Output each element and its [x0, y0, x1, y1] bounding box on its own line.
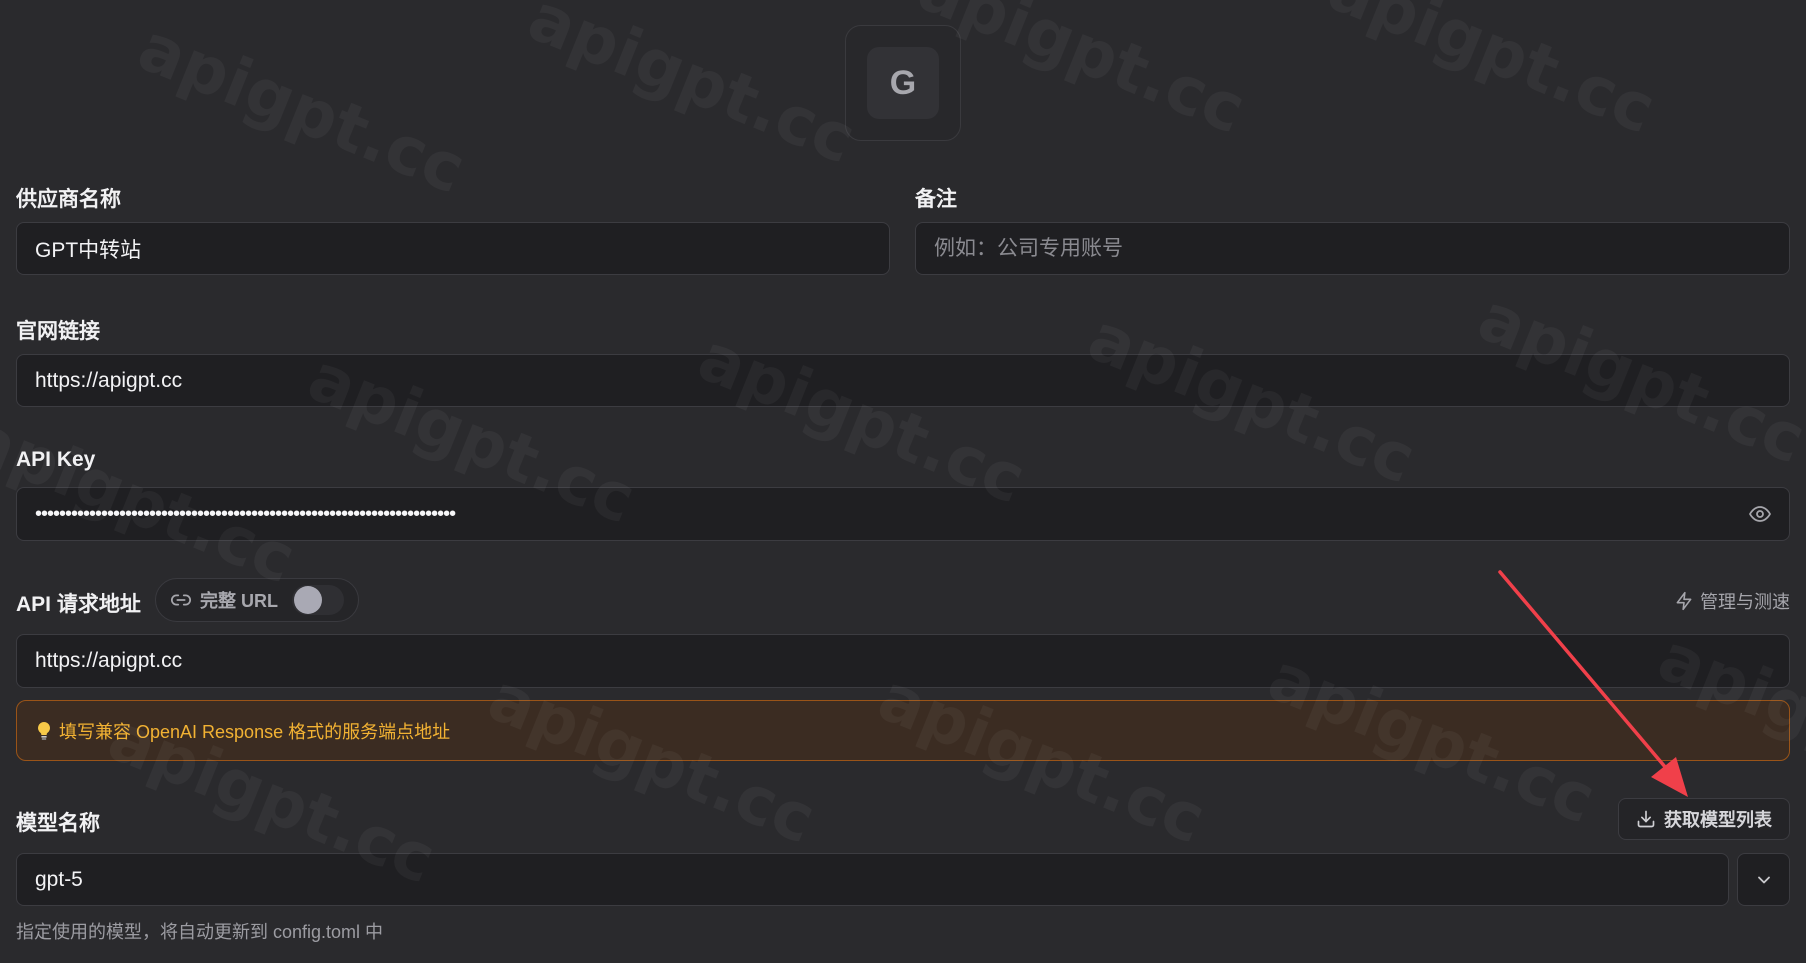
website-input[interactable] [35, 368, 1771, 393]
provider-name-input[interactable] [35, 236, 871, 261]
watermark: apigpt.cc [518, 0, 866, 179]
full-url-switch[interactable] [292, 585, 344, 615]
manage-speedtest-link[interactable]: 管理与测速 [1674, 588, 1790, 614]
fetch-model-list-label: 获取模型列表 [1664, 810, 1772, 830]
notes-input[interactable] [934, 236, 1771, 261]
model-dropdown-button[interactable] [1737, 853, 1790, 906]
provider-logo-letter: G [867, 47, 939, 119]
eye-icon[interactable] [1747, 501, 1773, 527]
lightbulb-icon [35, 721, 53, 741]
watermark-layer: apigpt.cc apigpt.cc apigpt.cc apigpt.cc … [0, 0, 1806, 963]
zap-icon [1674, 591, 1694, 611]
provider-logo[interactable]: G [845, 25, 961, 141]
full-url-toggle-pill[interactable]: 完整 URL [155, 578, 359, 622]
model-label: 模型名称 [16, 812, 100, 835]
link-icon [170, 589, 192, 611]
notes-label: 备注 [915, 188, 957, 211]
watermark: apigpt.cc [128, 8, 476, 208]
watermark: apigpt.cc [1318, 0, 1666, 149]
chevron-down-icon [1754, 870, 1774, 890]
api-key-masked-value[interactable]: ••••••••••••••••••••••••••••••••••••••••… [35, 503, 1747, 526]
api-key-label: API Key [16, 448, 96, 471]
fetch-model-list-button[interactable]: 获取模型列表 [1618, 798, 1790, 840]
endpoint-input[interactable] [35, 649, 1771, 673]
model-input[interactable] [35, 867, 1710, 892]
website-field[interactable] [16, 354, 1790, 407]
model-help-text: 指定使用的模型，将自动更新到 config.toml 中 [16, 922, 384, 942]
full-url-label: 完整 URL [200, 591, 278, 611]
provider-name-label: 供应商名称 [16, 188, 121, 211]
manage-speedtest-label: 管理与测速 [1700, 592, 1790, 612]
annotation-arrow [1498, 570, 1688, 797]
notes-field[interactable] [915, 222, 1790, 275]
api-key-field[interactable]: ••••••••••••••••••••••••••••••••••••••••… [16, 487, 1790, 541]
endpoint-hint-text: 填写兼容 OpenAI Response 格式的服务端点地址 [59, 721, 451, 742]
annotation-arrow-head [1651, 757, 1688, 797]
model-field[interactable] [16, 853, 1729, 906]
website-label: 官网链接 [16, 320, 100, 343]
endpoint-hint: 填写兼容 OpenAI Response 格式的服务端点地址 [16, 700, 1790, 761]
endpoint-label: API 请求地址 [16, 593, 141, 616]
provider-name-field[interactable] [16, 222, 890, 275]
download-icon [1636, 809, 1656, 829]
full-url-switch-knob [294, 586, 322, 614]
endpoint-field[interactable] [16, 634, 1790, 688]
